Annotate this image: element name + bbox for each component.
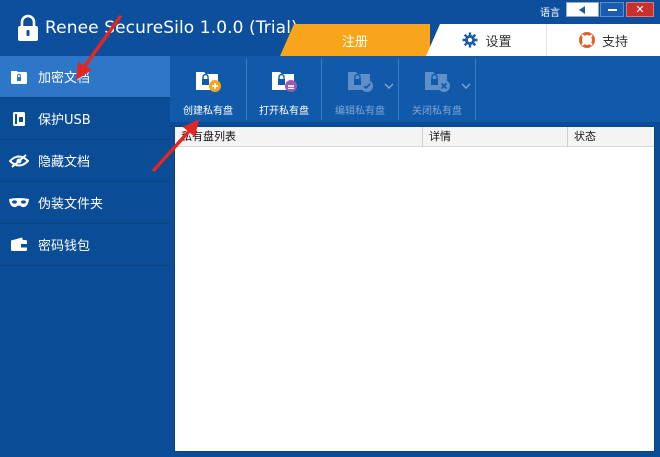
sidebar-item-hide-docs[interactable]: 隐藏文档	[0, 140, 170, 182]
lock-folder-icon	[8, 68, 30, 86]
tab-support-label: 支持	[601, 34, 628, 50]
table-header: 私有盘列表 详情 状态	[175, 127, 654, 147]
lifebuoy-icon	[578, 32, 595, 48]
usb-icon	[8, 110, 30, 128]
toolbar-item-label: 关闭私有盘	[412, 106, 462, 117]
folder-lock-add-icon	[196, 72, 221, 92]
sidebar-item-password-wallet[interactable]: 密码钱包	[0, 224, 170, 266]
create-private-disk-button[interactable]: 创建私有盘	[170, 56, 246, 122]
sidebar-item-label: 密码钱包	[38, 239, 91, 254]
sidebar-item-encrypt-docs[interactable]: 加密文档	[0, 56, 170, 98]
folder-lock-edit-icon	[348, 72, 373, 92]
dropdown-arrow-icon	[579, 6, 585, 14]
tab-settings-label: 设置	[485, 34, 512, 50]
tab-support[interactable]: 支持	[546, 24, 660, 56]
sidebar-item-label: 伪装文件夹	[38, 197, 104, 212]
tab-settings[interactable]: 设置	[426, 24, 548, 56]
folder-lock-close-icon	[425, 72, 450, 92]
toolbar-item-label: 打开私有盘	[259, 106, 309, 117]
toolbar: 创建私有盘 打开私有盘 编辑私有盘 关闭私有盘	[170, 56, 660, 122]
minimize-button[interactable]	[600, 2, 624, 17]
tab-register-label: 注册	[341, 34, 368, 50]
gear-icon	[462, 32, 478, 48]
column-header-disk-list[interactable]: 私有盘列表	[175, 127, 423, 147]
sidebar-item-protect-usb[interactable]: 保护USB	[0, 98, 170, 140]
chevron-down-icon[interactable]	[384, 81, 394, 91]
chevron-down-icon[interactable]	[461, 81, 471, 91]
sidebar-item-disguise-folder[interactable]: 伪装文件夹	[0, 182, 170, 224]
toolbar-divider	[475, 58, 476, 120]
sidebar-item-label: 保护USB	[38, 113, 91, 128]
eye-slash-icon	[8, 152, 30, 170]
sidebar-item-label: 加密文档	[38, 71, 91, 86]
top-tabs: 注册 设置 支持	[280, 24, 660, 56]
mask-icon	[8, 194, 30, 212]
language-dropdown[interactable]	[566, 2, 599, 17]
open-private-disk-button[interactable]: 打开私有盘	[247, 56, 321, 122]
toolbar-item-label: 创建私有盘	[183, 106, 233, 117]
tab-register[interactable]: 注册	[280, 24, 430, 56]
private-disk-list: 私有盘列表 详情 状态	[174, 126, 655, 452]
folder-lock-open-icon	[272, 72, 297, 92]
sidebar-item-label: 隐藏文档	[38, 155, 91, 170]
close-button[interactable]: ✕	[626, 2, 654, 17]
column-header-details[interactable]: 详情	[423, 127, 568, 147]
padlock-logo-icon	[18, 14, 38, 41]
title-bar: Renee SecureSilo 1.0.0 (Trial) 语言 ✕ 注册 设…	[0, 0, 660, 56]
app-window: Renee SecureSilo 1.0.0 (Trial) 语言 ✕ 注册 设…	[0, 0, 660, 457]
column-header-status[interactable]: 状态	[568, 127, 654, 147]
app-title: Renee SecureSilo 1.0.0 (Trial)	[45, 18, 298, 38]
toolbar-item-label: 编辑私有盘	[335, 106, 385, 117]
language-label: 语言	[540, 8, 560, 19]
sidebar: 加密文档 保护USB 隐藏文档 伪装文件夹 密码钱包	[0, 56, 170, 457]
wallet-icon	[8, 236, 30, 254]
